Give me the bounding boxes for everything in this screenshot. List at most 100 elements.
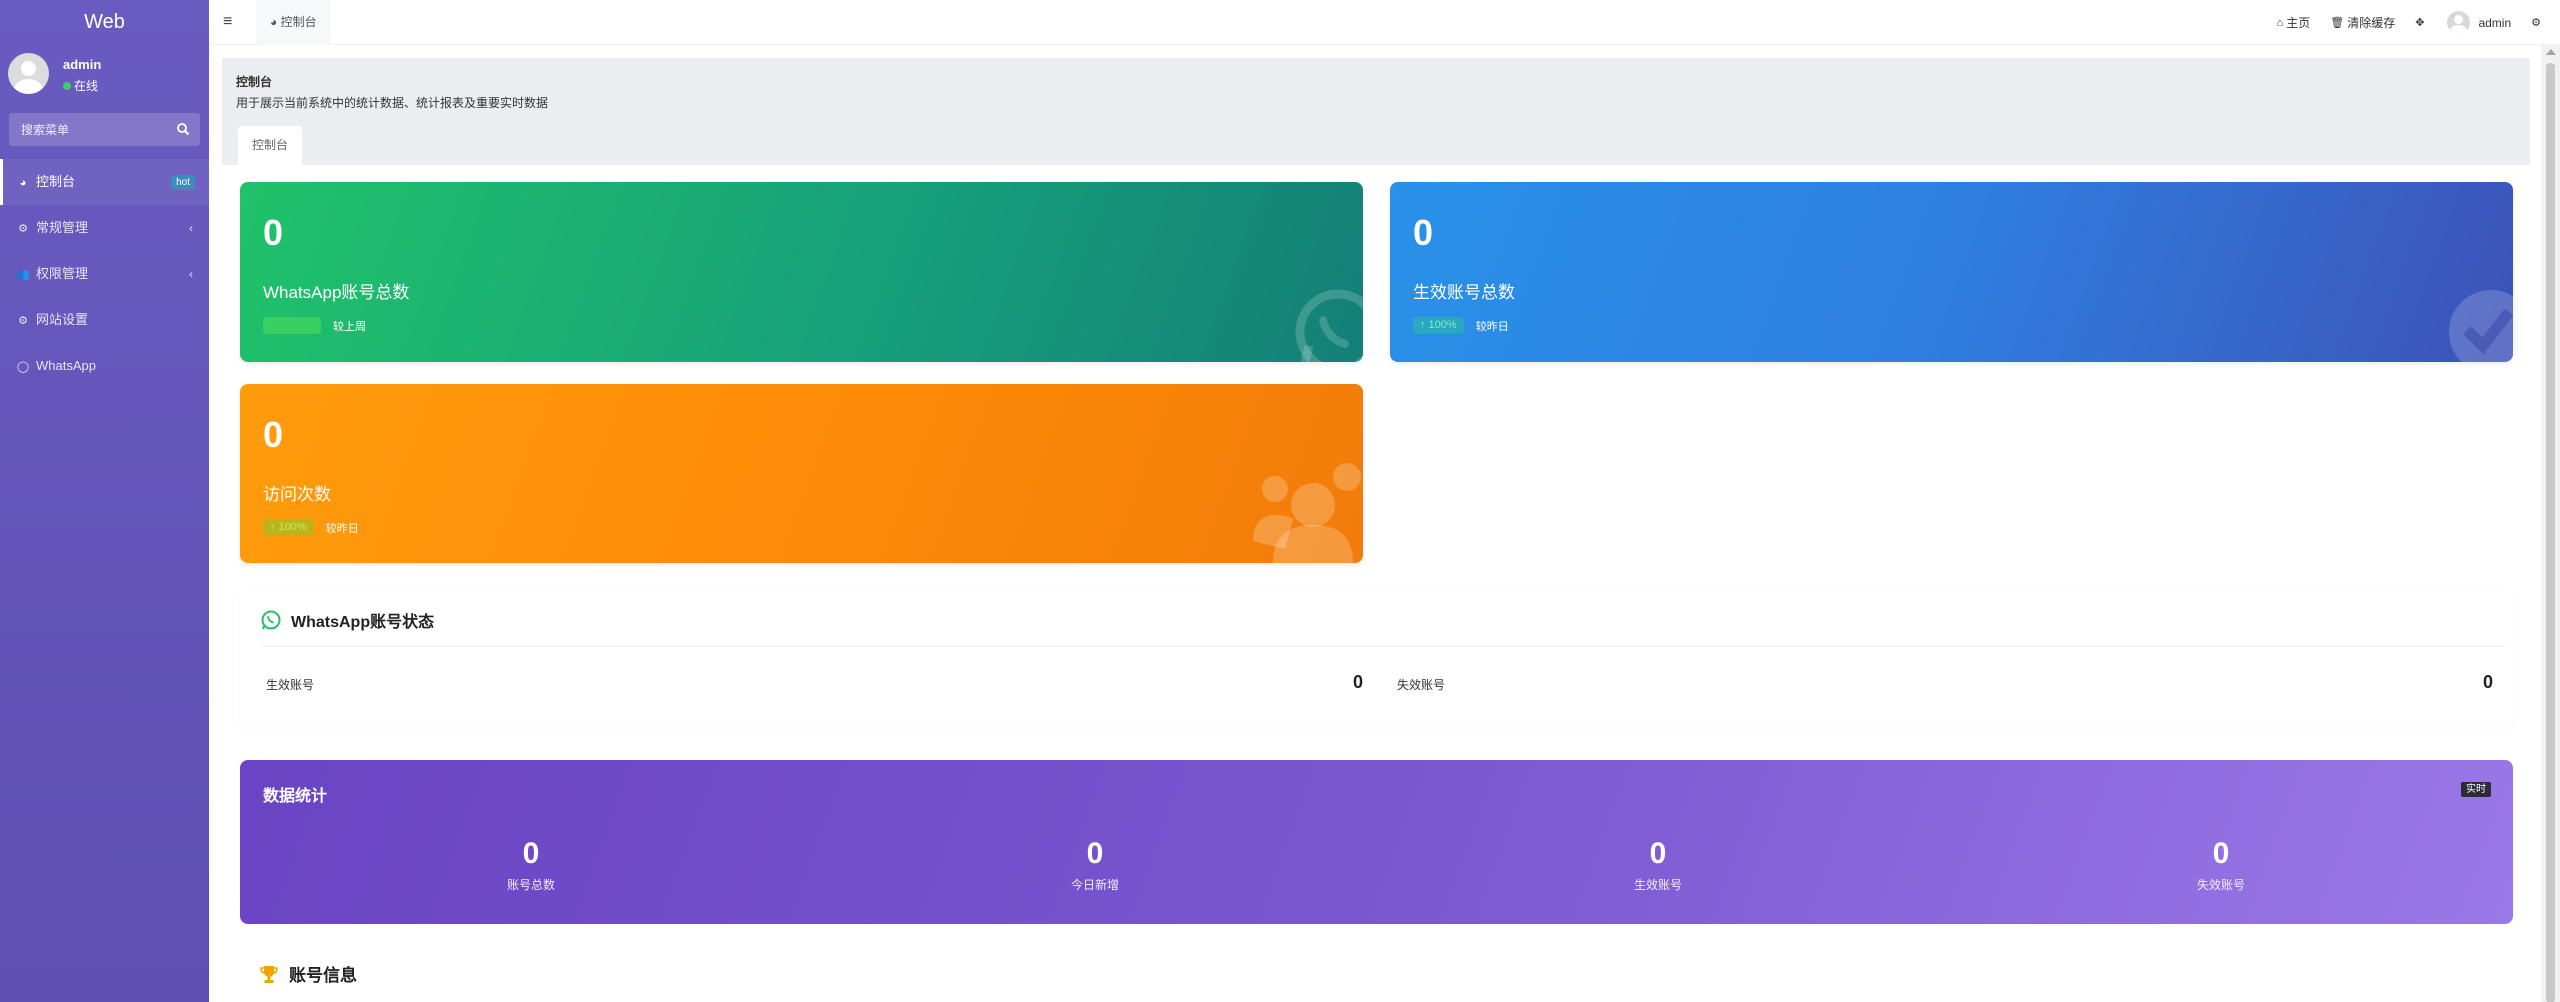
stat-label: 今日新增 — [1070, 878, 1119, 892]
data-stats-card: 数据统计 实时 0 账号总数 0 今日新增 0 生效账号 0 失效账号 — [240, 760, 2513, 924]
home-link[interactable]: ⌂ 主页 — [2267, 14, 2321, 31]
sidebar-item-label: 网站设置 — [36, 312, 89, 327]
page-title: 控制台 — [236, 75, 273, 89]
brand-logo[interactable]: Web — [0, 0, 209, 45]
dashboard-icon: ◕ — [19, 177, 27, 189]
stat-value: 0 — [1413, 212, 1434, 253]
visits-card: 0 访问次数 ↑ 100% 较昨日 — [240, 384, 1363, 563]
tab-dashboard[interactable]: ◕ 控制台 — [257, 0, 330, 45]
stat-value: 0 — [2212, 837, 2230, 870]
stat-footer: ↑ 100% 较昨日 — [263, 519, 359, 536]
inactive-accounts-label: 失效账号 — [1397, 678, 1446, 692]
clear-cache-button[interactable]: 🗑 清除缓存 — [2320, 14, 2405, 31]
sidebar-item-site-settings[interactable]: ⚙ 网站设置 — [0, 297, 209, 343]
stat-compare: 较上周 — [333, 320, 366, 333]
realtime-badge: 实时 — [2461, 782, 2491, 797]
scrollbar-thumb[interactable] — [2546, 63, 2555, 1002]
cogs-icon: ⚙ — [18, 315, 28, 327]
stat-inactive-accounts: 0 失效账号 — [2121, 836, 2321, 893]
topbar-actions: ⌂ 主页 🗑 清除缓存 ✥ admin ⚙ — [2267, 0, 2554, 45]
stat-label: 账号总数 — [506, 878, 555, 892]
clear-cache-label: 清除缓存 — [2347, 16, 2396, 30]
scroll-up-icon[interactable] — [2546, 49, 2556, 55]
panel-header: WhatsApp账号状态 — [260, 605, 434, 635]
whatsapp-icon — [261, 610, 281, 630]
sidebar-search — [9, 113, 200, 146]
panel-title: WhatsApp账号状态 — [291, 614, 435, 631]
home-icon: ⌂ — [2276, 16, 2284, 29]
whatsapp-icon: ◯ — [16, 361, 30, 373]
search-icon[interactable] — [176, 122, 190, 136]
trophy-icon — [260, 965, 278, 983]
inactive-accounts-value: 0 — [2483, 672, 2494, 692]
stat-value: 0 — [263, 212, 284, 253]
active-accounts-value: 0 — [1353, 672, 1364, 692]
gear-icon: ⚙ — [2531, 17, 2541, 29]
stat-compare: 较昨日 — [325, 522, 359, 535]
stat-change-pill: ↑ 100% — [1413, 317, 1464, 334]
account-info-header: 账号信息 — [258, 961, 357, 986]
trash-icon: 🗑 — [2330, 17, 2345, 29]
page-subtitle: 用于展示当前系统中的统计数据、统计报表及重要实时数据 — [236, 96, 549, 110]
status-dot-icon — [63, 82, 71, 90]
sidebar-item-label: WhatsApp — [36, 358, 96, 373]
stat-footer: ↑ 100% 较昨日 — [1413, 317, 1509, 334]
stat-today-new: 0 今日新增 — [995, 836, 1195, 893]
stat-label: WhatsApp账号总数 — [263, 283, 410, 302]
stat-label: 生效账号 — [1633, 878, 1682, 892]
sidebar-item-label: 控制台 — [36, 174, 76, 189]
user-status: 在线 — [63, 77, 98, 94]
sidebar-item-general[interactable]: ⚙ 常规管理 ‹ — [0, 205, 209, 251]
stat-value: 0 — [1086, 837, 1104, 870]
stat-value: 0 — [522, 837, 540, 870]
whatsapp-total-card: 0 WhatsApp账号总数 较上周 — [240, 182, 1363, 362]
sidebar-item-whatsapp[interactable]: ◯ WhatsApp — [0, 343, 209, 389]
avatar — [2447, 11, 2471, 34]
menu-toggle-icon[interactable]: ≡ — [223, 13, 232, 31]
user-status-text: 在线 — [74, 79, 99, 93]
stat-label: 失效账号 — [2196, 878, 2245, 892]
sidebar-item-label: 常规管理 — [36, 220, 89, 235]
sidebar-item-auth[interactable]: 👥 权限管理 ‹ — [0, 251, 209, 297]
stat-compare: 较昨日 — [1475, 320, 1509, 333]
user-menu[interactable]: admin — [2437, 11, 2521, 34]
stat-active-accounts: 0 生效账号 — [1558, 836, 1758, 893]
chevron-left-icon: ‹ — [189, 221, 193, 235]
card-title: 数据统计 — [263, 788, 328, 805]
settings-button[interactable]: ⚙ — [2521, 16, 2554, 29]
stat-value: 0 — [263, 414, 284, 455]
sidebar-menu: ◕ 控制台 hot ⚙ 常规管理 ‹ 👥 权限管理 ‹ ⚙ 网站设置 ◯ WhatsApp — [0, 159, 209, 389]
stat-account-total: 0 账号总数 — [431, 836, 631, 893]
users-icon — [1253, 463, 1361, 563]
chevron-left-icon: ‹ — [189, 267, 193, 281]
home-label: 主页 — [2286, 16, 2311, 30]
stat-footer: 较上周 — [263, 317, 366, 334]
content-header: 控制台 用于展示当前系统中的统计数据、统计报表及重要实时数据 控制台 — [222, 58, 2530, 165]
stat-label: 访问次数 — [263, 485, 331, 504]
tab-label: 控制台 — [280, 15, 317, 29]
avatar — [8, 53, 49, 94]
fullscreen-button[interactable]: ✥ — [2405, 16, 2437, 29]
stat-change-pill: ↑ 100% — [263, 519, 314, 536]
whatsapp-icon — [1295, 289, 1363, 362]
hot-badge: hot — [171, 175, 195, 190]
page-scrollbar[interactable] — [2541, 45, 2560, 1002]
sidebar-search-input[interactable] — [9, 113, 169, 146]
active-accounts-label: 生效账号 — [266, 678, 315, 692]
sidebar: Web admin 在线 ◕ 控制台 hot ⚙ 常规管理 ‹ 👥 权限管理 ‹ ⚙ 网… — [0, 0, 209, 1002]
active-total-card: 0 生效账号总数 ↑ 100% 较昨日 — [1390, 182, 2513, 362]
sidebar-item-label: 权限管理 — [36, 266, 89, 281]
fullscreen-icon: ✥ — [2415, 17, 2425, 29]
dashboard-icon: ◕ — [270, 15, 281, 29]
check-circle-icon — [2449, 290, 2513, 362]
section-title: 账号信息 — [289, 966, 357, 985]
cogs-icon: ⚙ — [18, 223, 28, 235]
user-panel: admin 在线 — [0, 45, 209, 97]
user-menu-label: admin — [2478, 15, 2512, 30]
divider — [260, 646, 2505, 647]
whatsapp-status-panel: WhatsApp账号状态 生效账号 0 失效账号 0 — [240, 592, 2513, 727]
sidebar-item-dashboard[interactable]: ◕ 控制台 hot — [0, 159, 209, 205]
stat-label: 生效账号总数 — [1413, 283, 1515, 302]
top-navbar: ≡ ◕ 控制台 ⌂ 主页 🗑 清除缓存 ✥ admin ⚙ — [209, 0, 2560, 45]
tab-dashboard-content[interactable]: 控制台 — [238, 126, 303, 165]
